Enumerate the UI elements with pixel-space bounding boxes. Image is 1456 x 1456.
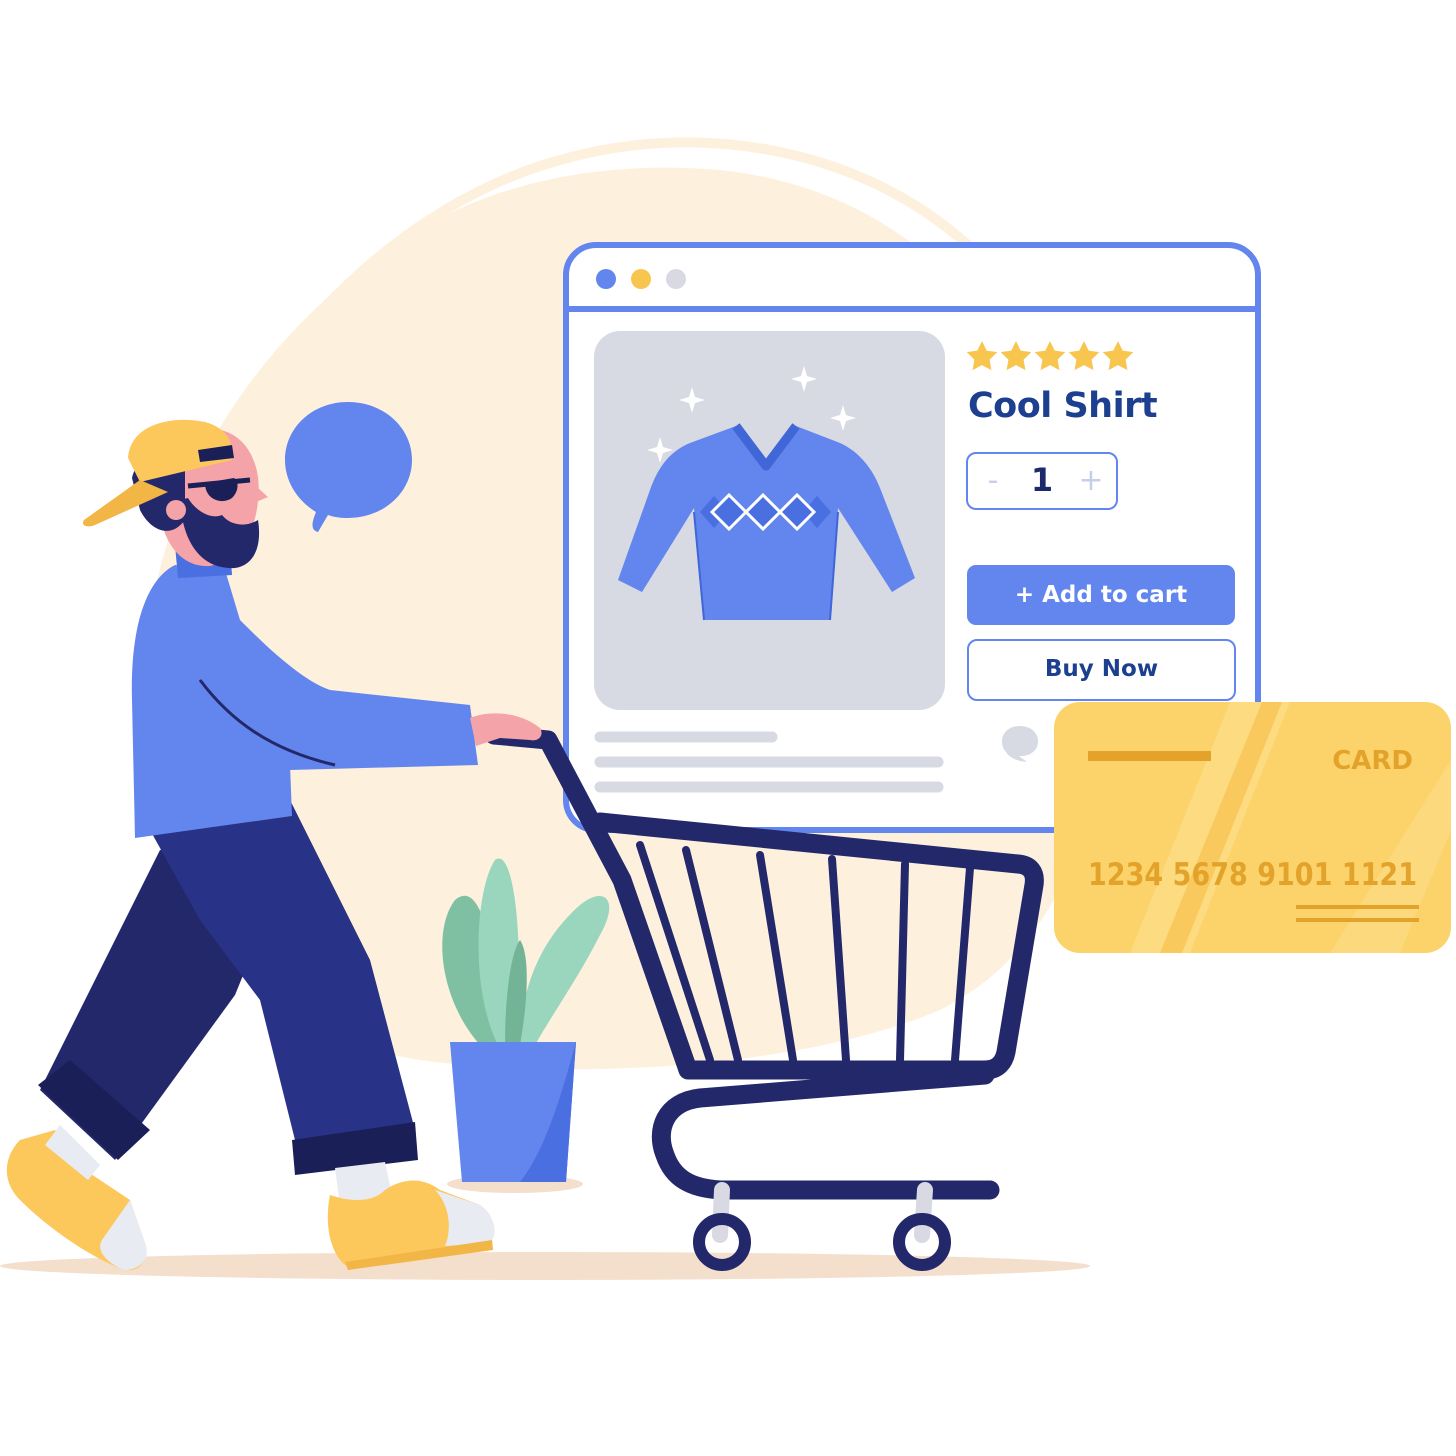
window-dot-yellow[interactable] [631,269,651,289]
window-dot-gray[interactable] [666,269,686,289]
window-dot-blue[interactable] [596,269,616,289]
credit-card: CARD 1234 5678 9101 1121 [1054,702,1451,953]
decrease-quantity-button[interactable]: - [976,454,1010,507]
buy-now-button[interactable]: Buy Now [967,639,1236,701]
shopping-illustration: CARD 1234 5678 9101 1121 [0,137,1451,1280]
quantity-stepper: - 1 + [966,452,1118,510]
add-to-cart-button[interactable]: + Add to cart [967,565,1235,625]
card-label: CARD [1332,746,1413,776]
quantity-value: 1 [1030,461,1054,499]
product-title: Cool Shirt [968,386,1158,426]
increase-quantity-button[interactable]: + [1074,454,1108,507]
card-number: 1234 5678 9101 1121 [1088,857,1417,893]
